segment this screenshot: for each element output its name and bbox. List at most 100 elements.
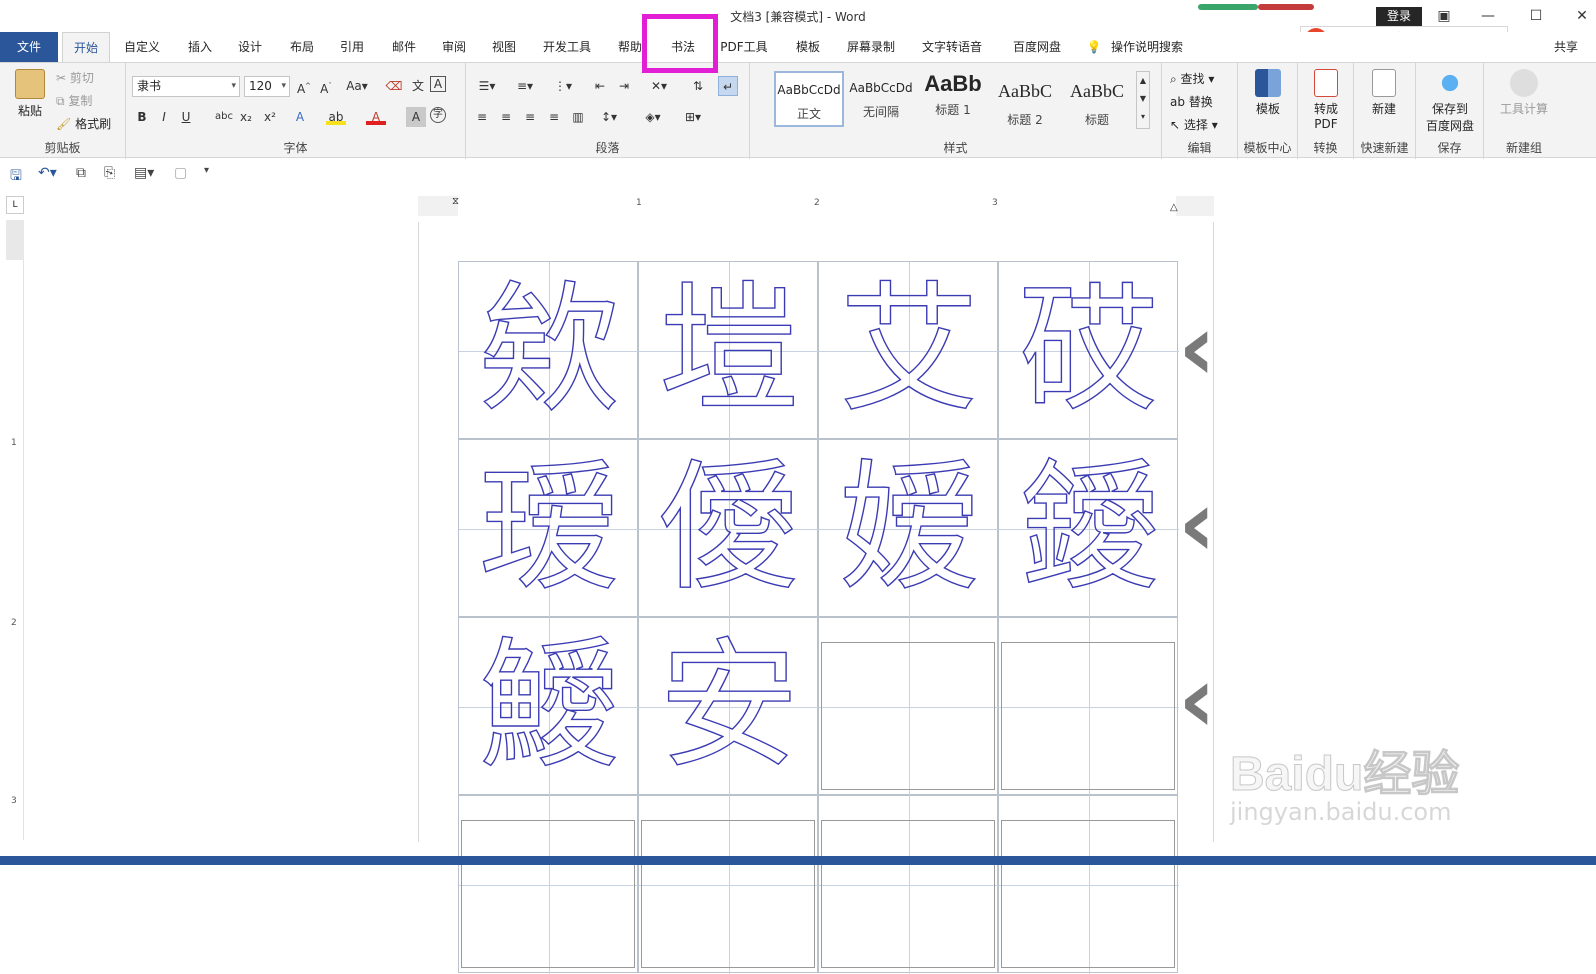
tab-templates[interactable]: 模板 [786, 32, 830, 62]
tab-screen-record[interactable]: 屏幕录制 [838, 32, 904, 62]
style-no-spacing[interactable]: AaBbCcDd 无间隔 [846, 71, 916, 127]
save-to-netdisk-button[interactable]: 保存到 百度网盘 [1420, 69, 1480, 134]
text-effects-icon[interactable]: A [290, 107, 310, 127]
multilevel-list-icon[interactable]: ⋮▾ [548, 76, 578, 96]
tab-text-to-speech[interactable]: 文字转语音 [912, 32, 992, 62]
replace-button[interactable]: ab 替换 [1170, 93, 1213, 110]
tab-pdf-tools[interactable]: PDF工具 [714, 32, 774, 62]
grid-cell[interactable]: 僾 [638, 439, 819, 618]
minimize-icon[interactable]: — [1476, 6, 1500, 26]
tab-baidu-netdisk[interactable]: 百度网盘 [1004, 32, 1070, 62]
italic-icon[interactable]: I [154, 107, 174, 127]
styles-scroll-icon[interactable]: ▲ ▼ ▾ [1136, 71, 1150, 129]
layout-icon[interactable]: ▤▾ [134, 165, 154, 181]
font-name-select[interactable]: 隶书 [132, 76, 240, 97]
grid-cell[interactable]: 鱫 [458, 617, 639, 796]
style-normal[interactable]: AaBbCcDd 正文 [774, 71, 844, 127]
copy-button[interactable]: ⧉ 复制 [56, 92, 92, 109]
grid-cell[interactable] [998, 617, 1179, 796]
right-indent-marker-icon[interactable]: △ [1170, 202, 1178, 213]
grid-cell[interactable]: 鑀 [998, 439, 1179, 618]
close-icon[interactable]: ✕ [1570, 6, 1594, 26]
tab-selector[interactable]: L [6, 196, 24, 214]
tell-me-search[interactable]: 操作说明搜索 [1106, 32, 1188, 62]
underline-icon[interactable]: U [176, 107, 196, 127]
bold-icon[interactable]: B [132, 107, 152, 127]
tab-design[interactable]: 设计 [228, 32, 272, 62]
tab-layout[interactable]: 布局 [280, 32, 324, 62]
grow-font-icon[interactable]: A^ [294, 76, 314, 96]
template-button[interactable]: 模板 [1248, 69, 1288, 117]
numbering-icon[interactable]: ≡▾ [510, 76, 540, 96]
align-right-icon[interactable]: ≡ [520, 107, 540, 127]
style-heading-1[interactable]: AaBb 标题 1 [918, 71, 988, 127]
convert-pdf-button[interactable]: 转成 PDF [1306, 69, 1346, 131]
shading-icon[interactable]: ◈▾ [638, 107, 668, 127]
grid-cell[interactable]: 欸 [458, 261, 639, 440]
align-left-icon[interactable]: ≡ [472, 107, 492, 127]
char-border-icon[interactable]: A [430, 76, 446, 92]
tab-home[interactable]: 开始 [62, 32, 110, 63]
align-center-icon[interactable]: ≡ [496, 107, 516, 127]
undo-icon[interactable]: ↶▾ [38, 165, 57, 181]
change-case-icon[interactable]: Aa▾ [342, 76, 372, 96]
increase-indent-icon[interactable]: ⇥ [614, 76, 634, 96]
clear-format-icon[interactable]: ⌫ [384, 76, 404, 96]
line-spacing-icon[interactable]: ↕▾ [594, 107, 624, 127]
grid-cell[interactable]: 塏 [638, 261, 819, 440]
grid-cell[interactable] [998, 795, 1179, 974]
grid-cell[interactable] [458, 795, 639, 974]
share-button[interactable]: 共享 [1542, 32, 1590, 62]
indent-marker-icon[interactable]: ⧖ [452, 196, 459, 207]
ribbon-display-options-icon[interactable]: ▣ [1432, 6, 1456, 26]
char-shading-icon[interactable]: A [406, 107, 426, 127]
grid-cell[interactable]: 艾 [818, 261, 999, 440]
strikethrough-icon[interactable]: abc [212, 107, 236, 127]
format-painter-button[interactable]: 🖌 格式刷 [56, 115, 111, 132]
justify-icon[interactable]: ≡ [544, 107, 564, 127]
grid-cell[interactable]: 砹 [998, 261, 1179, 440]
chinese-layout-icon[interactable]: ✕▾ [644, 76, 674, 96]
font-size-select[interactable]: 120 [244, 76, 290, 97]
tab-view[interactable]: 视图 [482, 32, 526, 62]
grid-cell[interactable]: 安 [638, 617, 819, 796]
new-blank-icon[interactable]: ▢ [174, 165, 187, 181]
shrink-font-icon[interactable]: Aˇ [316, 76, 336, 96]
style-heading-2[interactable]: AaBbC 标题 2 [990, 71, 1060, 127]
tab-references[interactable]: 引用 [330, 32, 374, 62]
tab-mailings[interactable]: 邮件 [382, 32, 426, 62]
copy-format-icon[interactable]: ⧉ [76, 165, 86, 181]
tab-developer[interactable]: 开发工具 [534, 32, 600, 62]
decrease-indent-icon[interactable]: ⇤ [590, 76, 610, 96]
grid-cell[interactable] [638, 795, 819, 974]
style-title[interactable]: AaBbC 标题 [1062, 71, 1132, 127]
enclose-char-icon[interactable]: 字 [430, 107, 446, 123]
show-marks-icon[interactable]: ↵ [718, 76, 738, 96]
tab-review[interactable]: 审阅 [432, 32, 476, 62]
new-document-button[interactable]: 新建 [1364, 69, 1404, 117]
borders-icon[interactable]: ⊞▾ [678, 107, 708, 127]
grid-cell[interactable]: 嫒 [818, 439, 999, 618]
tab-customize[interactable]: 自定义 [114, 32, 170, 62]
bullets-icon[interactable]: ☰▾ [472, 76, 502, 96]
distributed-icon[interactable]: ▥ [568, 107, 588, 127]
tool-calc-button[interactable]: 工具计算 [1490, 69, 1558, 117]
save-icon[interactable]: 🖫 [10, 165, 22, 189]
tab-file[interactable]: 文件 [0, 32, 58, 62]
superscript-icon[interactable]: x² [260, 107, 280, 127]
cut-button[interactable]: ✂ 剪切 [56, 69, 94, 86]
paste-button[interactable]: 粘贴 [10, 69, 50, 119]
find-button[interactable]: ⌕ 查找 ▾ [1170, 70, 1214, 87]
select-button[interactable]: ↖ 选择 ▾ [1170, 116, 1218, 133]
highlight-color-icon[interactable]: ab [326, 107, 346, 125]
grid-cell[interactable] [818, 617, 999, 796]
login-button[interactable]: 登录 [1376, 7, 1422, 26]
font-color-icon[interactable]: A [366, 107, 386, 125]
phonetic-guide-icon[interactable]: 文 [408, 76, 428, 96]
paste-format-icon[interactable]: ⎘ [104, 165, 115, 181]
tab-insert[interactable]: 插入 [178, 32, 222, 62]
maximize-icon[interactable]: ☐ [1524, 6, 1548, 26]
grid-cell[interactable] [818, 795, 999, 974]
sort-icon[interactable]: ⇅ [688, 76, 708, 96]
grid-cell[interactable]: 瑷 [458, 439, 639, 618]
